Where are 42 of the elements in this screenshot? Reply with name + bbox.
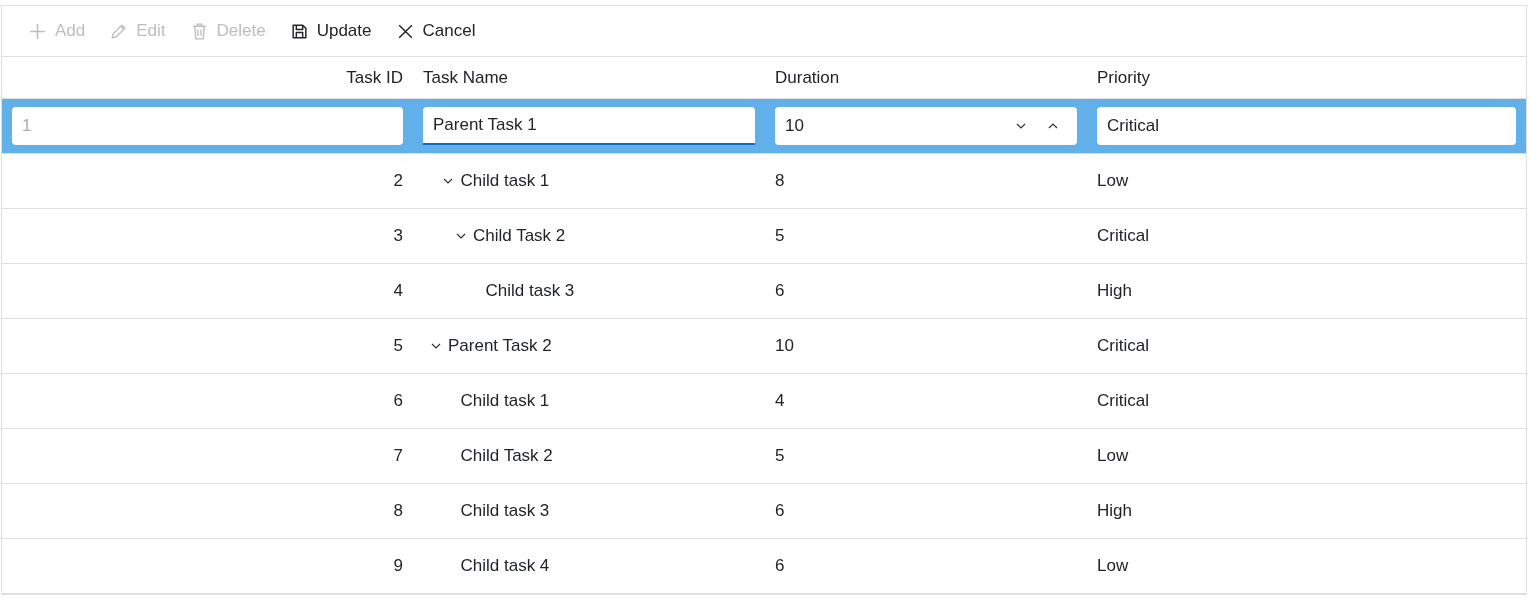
cancel-button[interactable]: Cancel <box>385 15 486 47</box>
task-name: Child task 3 <box>485 281 575 301</box>
priority: Low <box>1097 171 1129 190</box>
priority: High <box>1097 281 1132 300</box>
duration: 4 <box>775 391 785 410</box>
task-name: Child Task 2 <box>473 226 566 246</box>
column-header[interactable]: Task ID <box>2 67 413 88</box>
name-field[interactable]: Parent Task 1 <box>423 107 755 145</box>
duration: 5 <box>775 446 785 465</box>
task-name: Child task 4 <box>460 556 550 576</box>
task-id: 7 <box>393 446 403 465</box>
task-id: 9 <box>393 556 403 575</box>
priority: Low <box>1097 446 1129 465</box>
priority: Low <box>1097 556 1129 575</box>
priority-field[interactable]: Critical <box>1097 107 1516 145</box>
task-id: 3 <box>393 226 403 245</box>
column-header[interactable]: Duration <box>765 67 1087 88</box>
priority: Critical <box>1097 336 1149 355</box>
task-id: 8 <box>393 501 403 520</box>
task-name: Child task 1 <box>460 391 550 411</box>
duration: 6 <box>775 556 785 575</box>
priority: Critical <box>1097 226 1149 245</box>
duration: 5 <box>775 226 785 245</box>
duration: 6 <box>775 501 785 520</box>
duration: 10 <box>775 336 794 355</box>
task-id: 2 <box>393 171 403 190</box>
task-name: Parent Task 2 <box>448 336 552 356</box>
column-header[interactable]: Task Name <box>413 67 765 88</box>
task-name: Child task 1 <box>460 171 550 191</box>
priority: High <box>1097 501 1132 520</box>
update-button[interactable]: Update <box>279 15 382 47</box>
task-id: 6 <box>393 391 403 410</box>
duration: 8 <box>775 171 785 190</box>
task-id: 5 <box>393 336 403 355</box>
priority: Critical <box>1097 391 1149 410</box>
task-name: Child task 3 <box>460 501 550 521</box>
task-name: Child Task 2 <box>460 446 553 466</box>
column-header[interactable]: Priority <box>1087 67 1526 88</box>
duration: 6 <box>775 281 785 300</box>
plus-icon <box>28 21 47 41</box>
save-icon <box>289 21 309 41</box>
task-id: 4 <box>393 281 403 300</box>
